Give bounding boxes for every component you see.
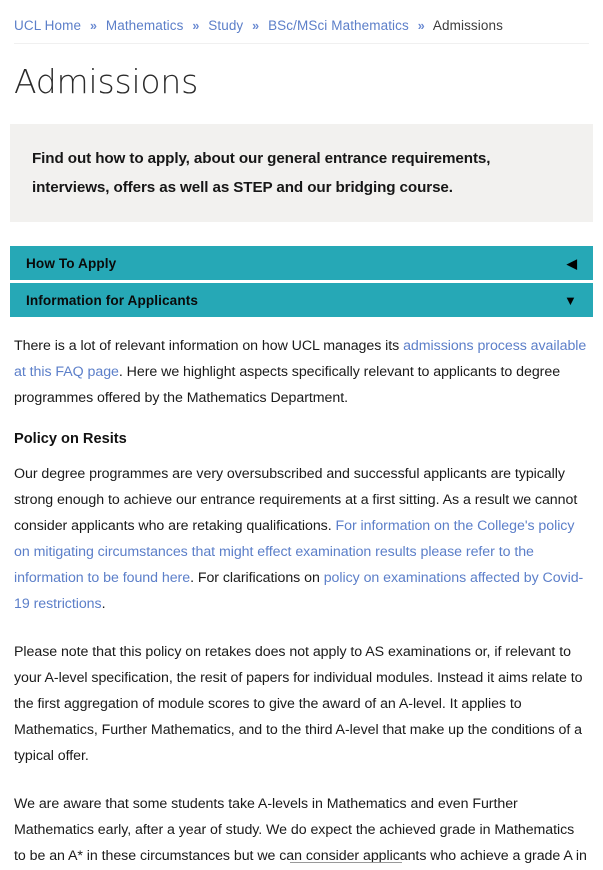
accordion-label-how-to-apply: How To Apply (26, 255, 117, 271)
breadcrumb: UCL Home » Mathematics » Study » BSc/MSc… (0, 0, 603, 43)
breadcrumb-item-bsc-msci-mathematics[interactable]: BSc/MSci Mathematics (268, 18, 409, 33)
accordion-label-information-for-applicants: Information for Applicants (26, 292, 199, 308)
accordion: How To Apply ◀ Information for Applicant… (10, 246, 593, 317)
breadcrumb-item-admissions: Admissions (432, 18, 503, 33)
breadcrumb-separator-icon: » (89, 19, 97, 33)
page-root: UCL Home » Mathematics » Study » BSc/MSc… (0, 0, 603, 870)
accordion-header-how-to-apply[interactable]: How To Apply ◀ (10, 246, 593, 280)
paragraph-as-examinations: Please note that this policy on retakes … (14, 644, 583, 764)
paragraph-resits-middle: . For clarifications on (190, 570, 324, 586)
accordion-header-information-for-applicants[interactable]: Information for Applicants ▼ (10, 283, 593, 317)
breadcrumb-divider (14, 43, 589, 44)
chevron-down-icon: ▼ (564, 292, 577, 308)
paragraph-policy-on-resits: Our degree programmes are very oversubsc… (14, 461, 589, 617)
page-summary-box: Find out how to apply, about our general… (10, 124, 593, 222)
section-heading-policy-on-resits: Policy on Resits (14, 431, 127, 447)
breadcrumb-item-study[interactable]: Study (208, 18, 243, 33)
breadcrumb-separator-icon: » (252, 19, 260, 33)
paragraph-early-a-levels: We are aware that some students take A-l… (14, 796, 587, 864)
paragraph-resits-after: . (101, 596, 106, 612)
page-summary-text: Find out how to apply, about our general… (32, 150, 491, 196)
breadcrumb-item-mathematics[interactable]: Mathematics (106, 18, 184, 33)
breadcrumb-separator-icon: » (417, 19, 425, 33)
accordion-panel-information-for-applicants: There is a lot of relevant information o… (10, 317, 593, 870)
breadcrumb-item-ucl-home[interactable]: UCL Home (14, 18, 81, 33)
chevron-left-icon: ◀ (566, 255, 577, 271)
page-title: Admissions (14, 62, 199, 101)
paragraph-intro: There is a lot of relevant information o… (14, 333, 589, 411)
paragraph-intro-before: There is a lot of relevant information o… (14, 338, 404, 354)
breadcrumb-separator-icon: » (192, 19, 200, 33)
cut-off-element-bottom (290, 862, 402, 870)
